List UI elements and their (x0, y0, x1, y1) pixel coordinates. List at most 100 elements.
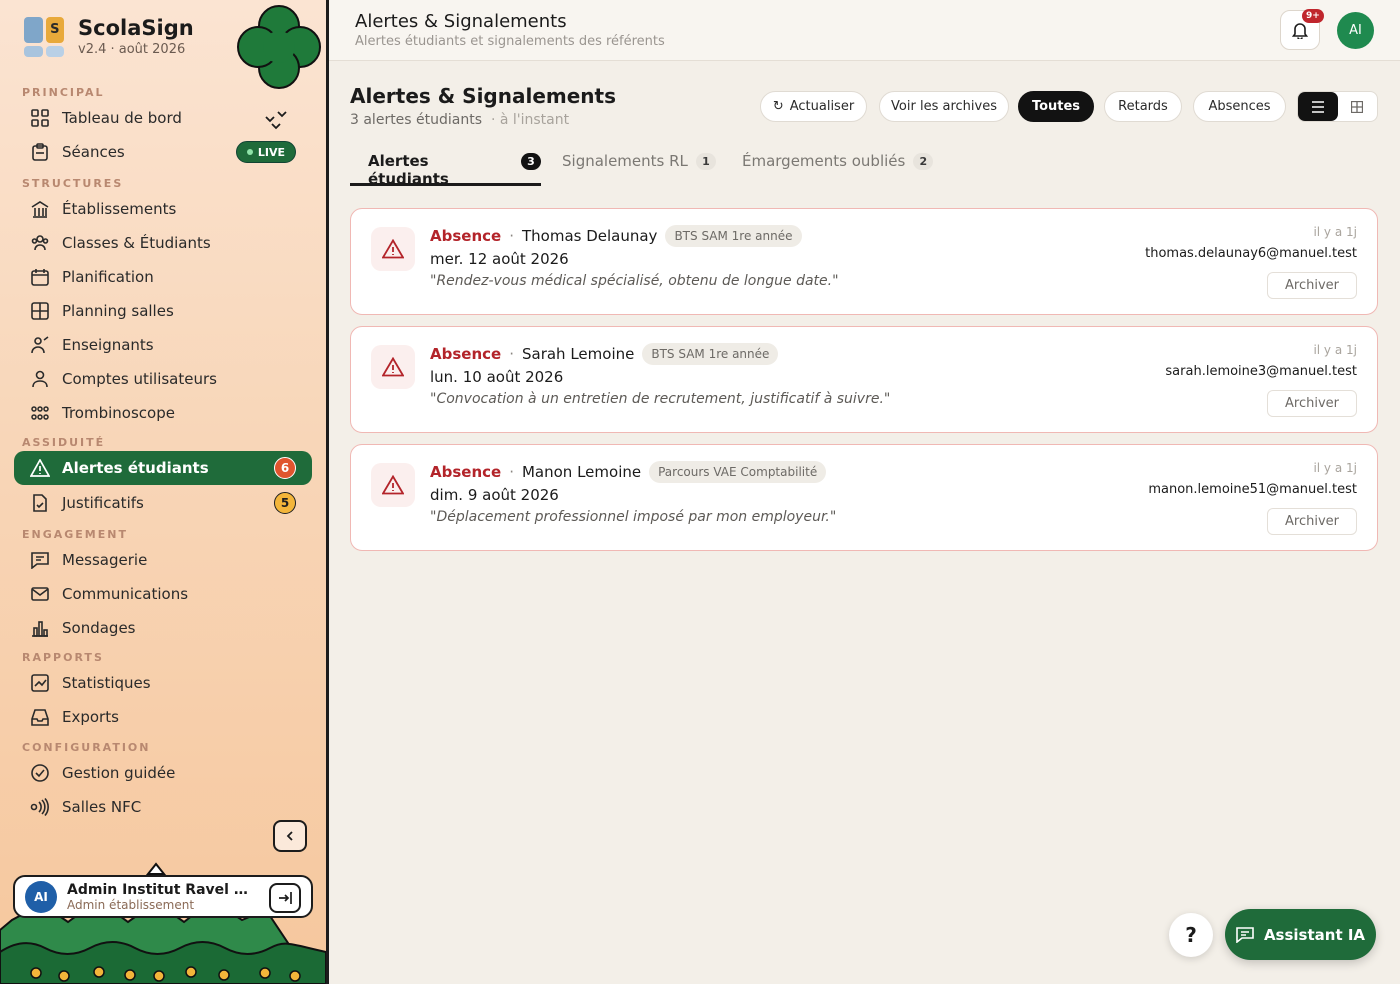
topbar: Alertes & Signalements Alertes étudiants… (329, 0, 1400, 61)
clover-decoration (237, 5, 321, 89)
inbox-icon (30, 707, 50, 727)
collapse-sidebar-button[interactable] (273, 820, 307, 852)
refresh-button[interactable]: ↻ Actualiser (760, 91, 867, 122)
sidebar: S ScolaSign v2.4 · août 2026 PRINCIPAL T… (0, 0, 326, 984)
avatar: AI (25, 880, 57, 913)
archives-button[interactable]: Voir les archives (879, 91, 1009, 122)
filter-toutes[interactable]: Toutes (1018, 91, 1094, 122)
notification-badge: 9+ (1302, 9, 1324, 23)
sidebar-item-label: Justificatifs (62, 494, 144, 512)
sidebar-item-messagerie[interactable]: Messagerie (14, 543, 312, 577)
teacher-icon (30, 335, 50, 355)
sidebar-item-exports[interactable]: Exports (14, 700, 312, 734)
section-assiduite: ASSIDUITÉ (22, 436, 106, 449)
sidebar-item-label: Sondages (62, 619, 136, 637)
archive-button[interactable]: Archiver (1267, 390, 1357, 417)
alert-reason: "Rendez-vous médical spécialisé, obtenu … (430, 273, 839, 289)
calendar-icon (30, 267, 50, 287)
sidebar-item-justificatifs[interactable]: Justificatifs 5 (14, 486, 312, 520)
class-tag: BTS SAM 1re année (642, 343, 779, 365)
alert-time: il y a 1j (1313, 461, 1357, 475)
logout-icon (279, 892, 292, 904)
sidebar-item-sondages[interactable]: Sondages (14, 611, 312, 645)
alert-time: il y a 1j (1313, 225, 1357, 239)
filter-retards[interactable]: Retards (1104, 91, 1182, 122)
alert-date: dim. 9 août 2026 (430, 486, 559, 504)
archive-button[interactable]: Archiver (1267, 508, 1357, 535)
sidebar-item-label: Tableau de bord (62, 109, 182, 127)
alert-date: mer. 12 août 2026 (430, 250, 569, 268)
sidebar-item-label: Alertes étudiants (62, 459, 209, 477)
brand-name: ScolaSign (78, 16, 194, 40)
student-name: Manon Lemoine (521, 463, 642, 481)
warning-icon (371, 463, 415, 507)
tab-emargements-oublies[interactable]: Émargements oubliés 2 (742, 152, 934, 186)
sidebar-item-label: Statistiques (62, 674, 151, 692)
sidebar-item-label: Salles NFC (62, 798, 142, 816)
alert-date: lun. 10 août 2026 (430, 368, 564, 386)
tab-signalements-rl[interactable]: Signalements RL 1 (562, 152, 716, 186)
sidebar-item-communications[interactable]: Communications (14, 577, 312, 611)
sidebar-item-label: Établissements (62, 200, 177, 218)
list-icon (1311, 100, 1324, 113)
alert-type: Absence (430, 463, 502, 481)
users-icon (30, 233, 50, 253)
bell-icon (1291, 23, 1309, 39)
sidebar-item-enseignants[interactable]: Enseignants (14, 328, 312, 362)
sidebar-divider (326, 0, 329, 984)
tab-alertes-etudiants[interactable]: Alertes étudiants 3 (350, 152, 541, 188)
warning-icon (371, 345, 415, 389)
topbar-title: Alertes & Signalements (355, 11, 567, 32)
student-email: sarah.lemoine3@manuel.test (1165, 364, 1357, 379)
bar-chart-icon (30, 618, 50, 638)
alert-card[interactable]: Absence · Thomas Delaunay BTS SAM 1re an… (350, 208, 1378, 315)
refresh-icon: ↻ (772, 99, 784, 114)
sidebar-item-planification[interactable]: Planification (14, 260, 312, 294)
grid-icon (1351, 100, 1364, 113)
warning-icon (30, 458, 50, 478)
section-principal: PRINCIPAL (22, 86, 105, 99)
live-badge: LIVE (235, 141, 296, 163)
sidebar-item-planning-salles[interactable]: Planning salles (14, 294, 312, 328)
class-tag: BTS SAM 1re année (665, 225, 802, 247)
tab-count: 1 (695, 153, 716, 170)
sidebar-item-classes[interactable]: Classes & Étudiants (14, 226, 312, 260)
user-icon (30, 369, 50, 389)
alert-card[interactable]: Absence · Manon Lemoine Parcours VAE Com… (350, 444, 1378, 551)
chevron-down-icon[interactable] (263, 106, 289, 132)
list-view-button[interactable] (1298, 92, 1338, 121)
brand[interactable]: S ScolaSign v2.4 · août 2026 (24, 16, 194, 57)
archive-button[interactable]: Archiver (1267, 272, 1357, 299)
sidebar-item-comptes[interactable]: Comptes utilisateurs (14, 362, 312, 396)
sidebar-item-salles-nfc[interactable]: Salles NFC (14, 790, 312, 824)
sidebar-item-label: Enseignants (62, 336, 154, 354)
sidebar-item-gestion-guidee[interactable]: Gestion guidée (14, 756, 312, 790)
help-button[interactable]: ? (1169, 913, 1213, 957)
view-toggle (1297, 91, 1378, 122)
nfc-icon (30, 797, 50, 817)
alert-card[interactable]: Absence · Sarah Lemoine BTS SAM 1re anné… (350, 326, 1378, 433)
sidebar-item-seances[interactable]: Séances LIVE (14, 135, 312, 169)
student-name: Thomas Delaunay (521, 227, 658, 245)
chevron-left-icon (286, 831, 293, 841)
page-title: Alertes & Signalements (350, 84, 616, 108)
assistant-ia-button[interactable]: Assistant IA (1225, 909, 1376, 960)
avatar[interactable]: AI (1337, 12, 1374, 49)
dashboard-icon (30, 108, 50, 128)
sidebar-item-statistiques[interactable]: Statistiques (14, 666, 312, 700)
grid-view-button[interactable] (1338, 92, 1378, 121)
sidebar-item-etablissements[interactable]: Établissements (14, 192, 312, 226)
sidebar-item-label: Messagerie (62, 551, 148, 569)
alert-type: Absence (430, 345, 502, 363)
sidebar-item-trombinoscope[interactable]: Trombinoscope (14, 396, 312, 430)
logout-button[interactable] (269, 883, 301, 913)
filter-absences[interactable]: Absences (1193, 91, 1286, 122)
alert-type: Absence (430, 227, 502, 245)
section-engagement: ENGAGEMENT (22, 528, 128, 541)
section-structures: STRUCTURES (22, 177, 124, 190)
class-tag: Parcours VAE Comptabilité (649, 461, 827, 483)
clipboard-icon (30, 142, 50, 162)
sidebar-item-alertes[interactable]: Alertes étudiants 6 (14, 451, 312, 485)
sidebar-item-label: Séances (62, 143, 125, 161)
user-card[interactable]: AI Admin Institut Ravel For... Admin éta… (13, 875, 313, 918)
